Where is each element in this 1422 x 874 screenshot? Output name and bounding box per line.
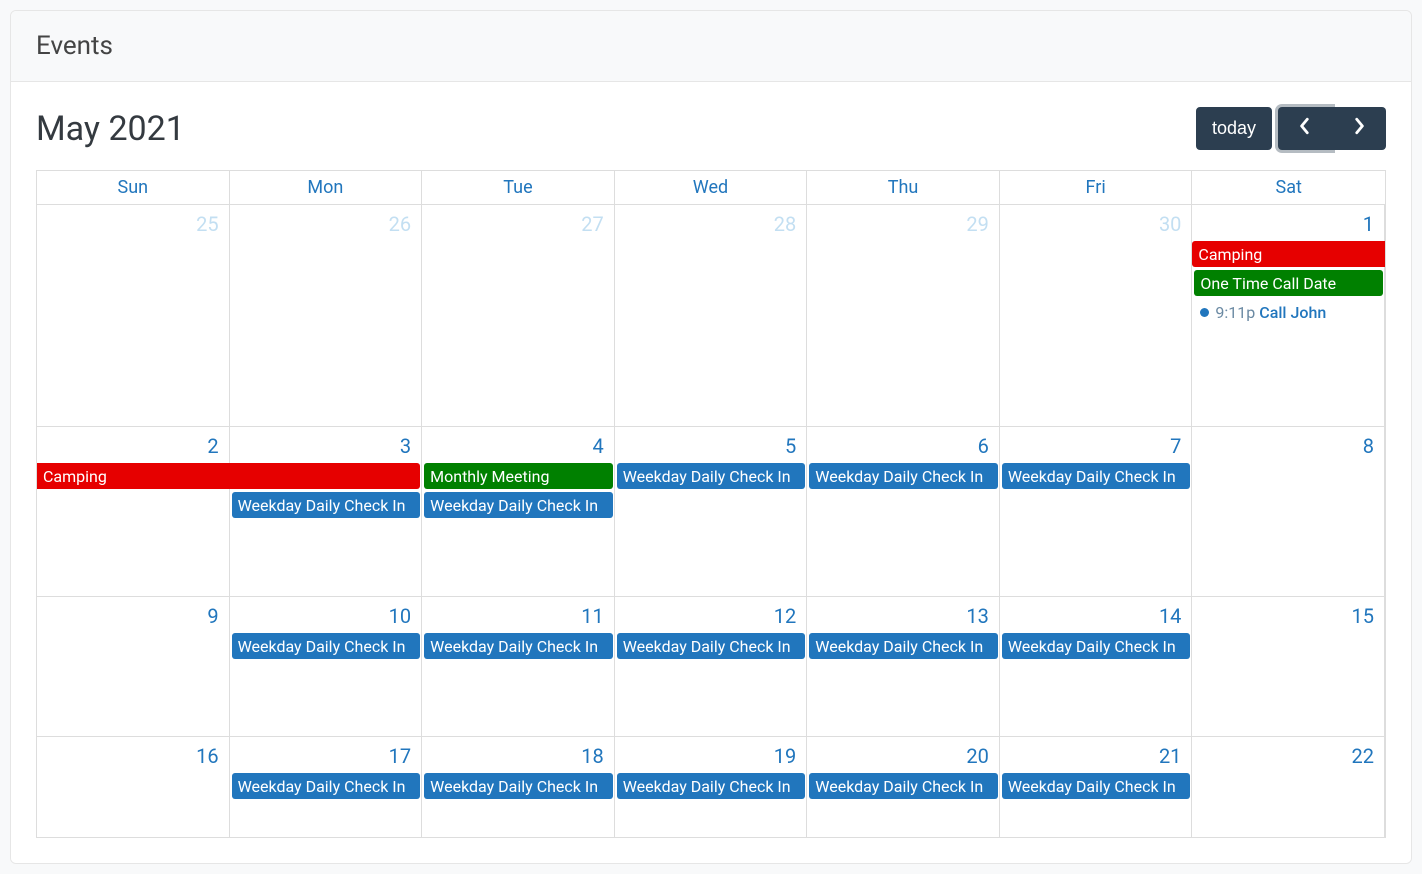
card-title: Events [36,31,113,61]
dayname-thu: Thu [807,171,1000,205]
day-number: 3 [236,432,416,460]
card-body: May 2021 today [11,82,1411,863]
day-cell[interactable]: 29 [807,205,1000,426]
day-number: 5 [621,432,801,460]
day-number: 10 [236,602,416,630]
event-label: Call John [1259,303,1326,322]
day-number: 8 [1198,432,1378,460]
dayname-mon: Mon [230,171,423,205]
event-weekday-checkin[interactable]: Weekday Daily Check In [1002,633,1191,659]
calendar-toolbar: May 2021 today [36,107,1386,150]
day-number: 12 [621,602,801,630]
day-cell[interactable]: 28 [615,205,808,426]
event-weekday-checkin[interactable]: Weekday Daily Check In [809,773,998,799]
day-number: 17 [236,742,416,770]
week-row: 16 17 18 19 20 21 22 Weekday Daily Check… [37,737,1385,837]
event-call-john[interactable]: 9:11p Call John [1194,299,1383,325]
day-number: 30 [1006,210,1186,238]
event-weekday-checkin[interactable]: Weekday Daily Check In [617,463,806,489]
day-cell[interactable]: 12 [615,597,808,736]
event-camping[interactable]: Camping [37,463,420,489]
month-title: May 2021 [36,109,185,149]
card-header: Events [11,11,1411,82]
event-weekday-checkin[interactable]: Weekday Daily Check In [809,633,998,659]
day-cell[interactable]: 13 [807,597,1000,736]
event-weekday-checkin[interactable]: Weekday Daily Check In [617,633,806,659]
dayname-row: Sun Mon Tue Wed Thu Fri Sat [37,171,1385,205]
day-cell[interactable]: 14 [1000,597,1193,736]
day-cell[interactable]: 26 [230,205,423,426]
day-number: 9 [43,602,223,630]
day-cell[interactable]: 9 [37,597,230,736]
chevron-right-icon [1352,117,1366,140]
chevron-left-icon [1298,117,1312,140]
day-number: 7 [1006,432,1186,460]
event-weekday-checkin[interactable]: Weekday Daily Check In [232,773,421,799]
dayname-fri: Fri [1000,171,1193,205]
event-camping[interactable]: Camping [1192,241,1385,267]
event-time: 9:11p [1215,303,1255,322]
prev-button[interactable] [1278,107,1332,150]
day-number: 6 [813,432,993,460]
day-cell[interactable]: 16 [37,737,230,837]
event-weekday-checkin[interactable]: Weekday Daily Check In [617,773,806,799]
day-cell[interactable]: 2 [37,427,230,596]
day-number: 15 [1198,602,1378,630]
day-number: 1 [1198,210,1378,238]
event-monthly-meeting[interactable]: Monthly Meeting [424,463,613,489]
week-row: 2 3 4 5 6 7 8 Camping Monthly Meeting We… [37,427,1385,597]
day-number: 16 [43,742,223,770]
day-number: 20 [813,742,993,770]
day-cell[interactable]: 27 [422,205,615,426]
day-cell[interactable]: 15 [1192,597,1385,736]
day-number: 29 [813,210,993,238]
dot-icon [1200,308,1209,317]
event-weekday-checkin[interactable]: Weekday Daily Check In [1002,463,1191,489]
day-number: 26 [236,210,416,238]
day-number: 25 [43,210,223,238]
day-number: 11 [428,602,608,630]
event-weekday-checkin[interactable]: Weekday Daily Check In [424,773,613,799]
event-one-time-call[interactable]: One Time Call Date [1194,270,1383,296]
day-number: 22 [1198,742,1378,770]
events-card: Events May 2021 today [10,10,1412,864]
day-number: 18 [428,742,608,770]
event-weekday-checkin[interactable]: Weekday Daily Check In [809,463,998,489]
day-cell[interactable]: 6 [807,427,1000,596]
day-number: 21 [1006,742,1186,770]
event-weekday-checkin[interactable]: Weekday Daily Check In [424,492,613,518]
calendar-grid: Sun Mon Tue Wed Thu Fri Sat 25 26 27 28 … [36,170,1386,838]
day-cell[interactable]: 30 [1000,205,1193,426]
week-row: 25 26 27 28 29 30 1 Camping One Time Cal… [37,205,1385,427]
toolbar-buttons: today [1196,107,1386,150]
next-button[interactable] [1332,107,1386,150]
nav-group [1278,107,1386,150]
event-weekday-checkin[interactable]: Weekday Daily Check In [424,633,613,659]
event-weekday-checkin[interactable]: Weekday Daily Check In [232,633,421,659]
day-cell[interactable]: 8 [1192,427,1385,596]
day-number: 4 [428,432,608,460]
week-row: 9 10 11 12 13 14 15 Weekday Daily Check … [37,597,1385,737]
day-number: 27 [428,210,608,238]
day-cell[interactable]: 11 [422,597,615,736]
event-weekday-checkin[interactable]: Weekday Daily Check In [232,492,421,518]
day-cell[interactable]: 22 [1192,737,1385,837]
day-number: 19 [621,742,801,770]
day-cell[interactable]: 10 [230,597,423,736]
day-number: 2 [43,432,223,460]
day-number: 28 [621,210,801,238]
dayname-sun: Sun [37,171,230,205]
day-number: 14 [1006,602,1186,630]
day-cell[interactable]: 25 [37,205,230,426]
dayname-sat: Sat [1192,171,1385,205]
event-weekday-checkin[interactable]: Weekday Daily Check In [1002,773,1191,799]
dayname-tue: Tue [422,171,615,205]
day-cell[interactable]: 5 [615,427,808,596]
day-number: 13 [813,602,993,630]
day-cell[interactable]: 7 [1000,427,1193,596]
today-button[interactable]: today [1196,107,1272,150]
dayname-wed: Wed [615,171,808,205]
